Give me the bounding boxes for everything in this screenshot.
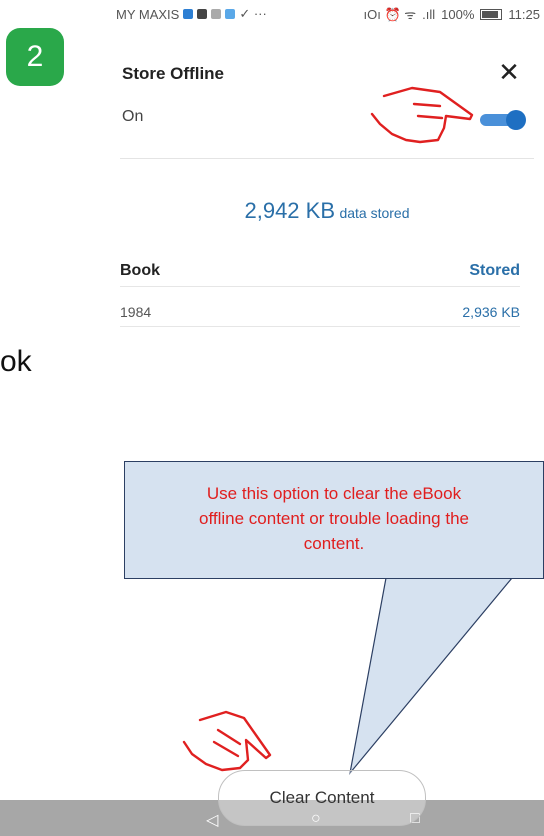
back-icon[interactable]: ◁ (206, 810, 218, 830)
callout-line-2: offline content or trouble loading the (199, 509, 469, 528)
callout-box: Use this option to clear the eBook offli… (124, 461, 544, 579)
callout-line-3: content. (303, 534, 365, 553)
pointing-hand-icon-2 (182, 710, 272, 772)
callout-pointer (348, 577, 514, 776)
annotation-overlay (182, 86, 514, 776)
clear-content-label: Clear Content (269, 788, 375, 807)
clear-content-button[interactable]: Clear Content (218, 770, 426, 826)
callout-line-1: Use this option to clear the eBook (206, 484, 462, 503)
pointing-hand-icon (370, 86, 474, 144)
